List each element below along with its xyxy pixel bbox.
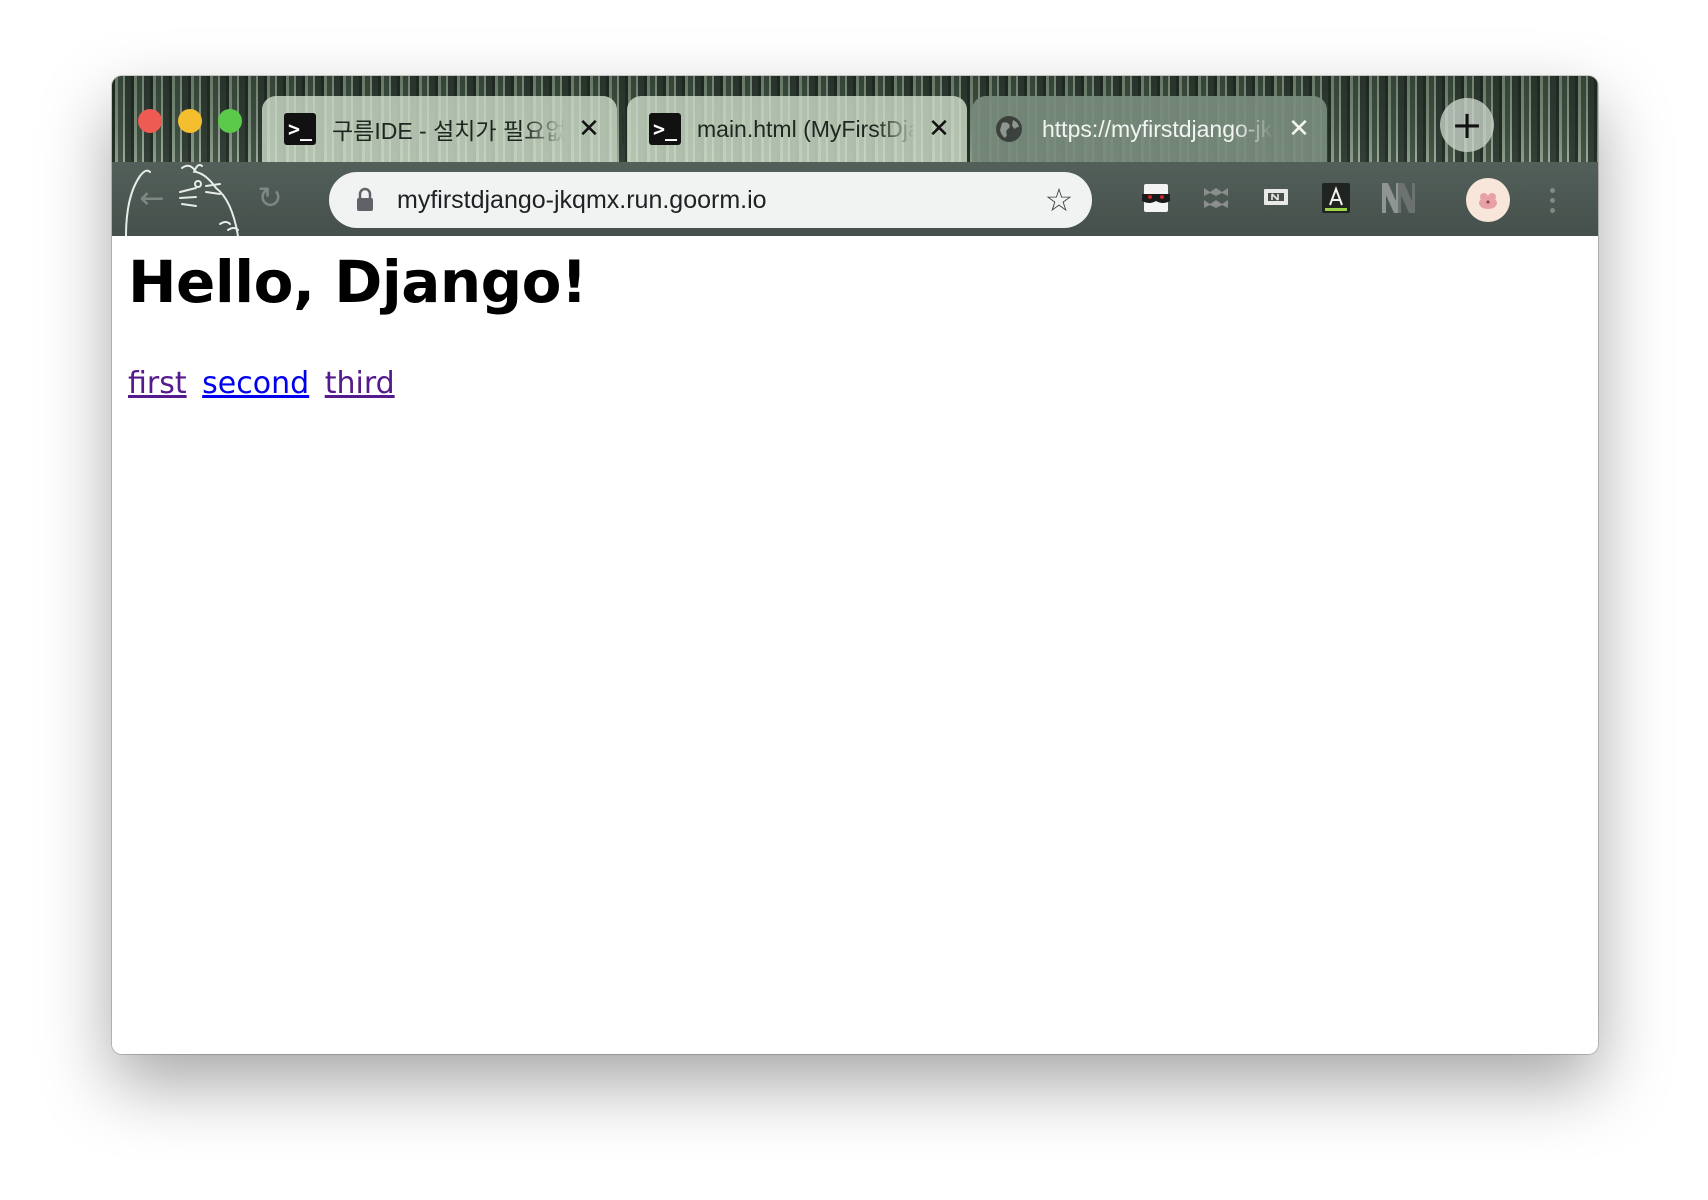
tab-separator	[622, 114, 624, 144]
link-third[interactable]: third	[325, 366, 395, 401]
nn-icon[interactable]	[1378, 178, 1418, 218]
terminal-icon: >_	[284, 113, 316, 145]
link-first[interactable]: first	[128, 366, 187, 401]
window-minimize-button[interactable]	[178, 109, 202, 133]
tab-goorm-ide[interactable]: >_ 구름IDE - 설치가 필요없는 통합개발환경 서비스 ✕	[262, 96, 617, 162]
tab-title: https://myfirstdjango-jkqmx.run.goorm.io	[1042, 115, 1275, 142]
avatar[interactable]	[1466, 178, 1510, 222]
terminal-icon: >_	[649, 113, 681, 145]
page-content: Hello, Django! first second third	[112, 236, 1598, 1054]
menu-kebab-icon[interactable]	[1542, 178, 1562, 222]
tab-strip: >_ 구름IDE - 설치가 필요없는 통합개발환경 서비스 ✕ >_ main…	[112, 76, 1598, 162]
window-zoom-button[interactable]	[218, 109, 242, 133]
new-tab-button[interactable]: +	[1440, 98, 1494, 152]
address-text[interactable]: myfirstdjango-jkqmx.run.goorm.io	[397, 186, 1042, 215]
window-close-button[interactable]	[138, 109, 162, 133]
reload-button[interactable]: ↻	[248, 176, 292, 220]
globe-icon	[996, 116, 1022, 142]
back-button[interactable]: ←	[130, 176, 174, 220]
naver-note-icon[interactable]	[1256, 178, 1296, 218]
dictionary-a-icon[interactable]	[1316, 178, 1356, 218]
lock-icon	[357, 187, 373, 211]
page-heading: Hello, Django!	[128, 248, 587, 316]
bookmark-star-icon[interactable]: ☆	[1042, 181, 1076, 219]
tab-title: 구름IDE - 설치가 필요없는 통합개발환경 서비스	[332, 118, 565, 144]
close-icon[interactable]: ✕	[1285, 114, 1313, 144]
link-list: first second third	[128, 366, 401, 401]
tabs-puzzle-icon[interactable]	[1196, 178, 1236, 218]
browser-window: >_ 구름IDE - 설치가 필요없는 통합개발환경 서비스 ✕ >_ main…	[112, 76, 1598, 1054]
address-bar[interactable]: myfirstdjango-jkqmx.run.goorm.io ☆	[329, 172, 1092, 228]
tab-main-html[interactable]: >_ main.html (MyFirstDjango) ✕	[627, 96, 967, 162]
link-second[interactable]: second	[202, 366, 309, 401]
tab-title: main.html (MyFirstDjango)	[697, 115, 915, 142]
browser-toolbar: ← ↻ myfirstdjango-jkqmx.run.goorm.io ☆	[112, 162, 1598, 236]
close-icon[interactable]: ✕	[575, 114, 603, 144]
mask-icon[interactable]	[1136, 178, 1176, 218]
close-icon[interactable]: ✕	[925, 114, 953, 144]
tab-myfirstdjango[interactable]: https://myfirstdjango-jkqmx.run.goorm.io…	[972, 96, 1327, 162]
